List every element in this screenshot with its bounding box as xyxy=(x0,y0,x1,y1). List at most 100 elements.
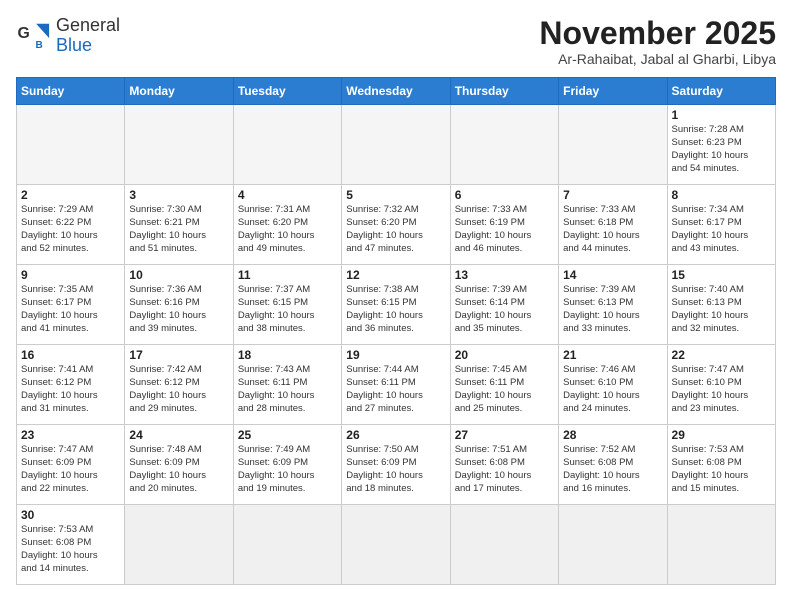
calendar-cell: 18Sunrise: 7:43 AM Sunset: 6:11 PM Dayli… xyxy=(233,345,341,425)
logo-line2: Blue xyxy=(56,36,120,56)
calendar-cell: 10Sunrise: 7:36 AM Sunset: 6:16 PM Dayli… xyxy=(125,265,233,345)
day-info: Sunrise: 7:37 AM Sunset: 6:15 PM Dayligh… xyxy=(238,284,337,335)
day-number: 11 xyxy=(238,268,337,282)
day-info: Sunrise: 7:39 AM Sunset: 6:13 PM Dayligh… xyxy=(563,284,662,335)
calendar-cell: 14 Sunrise: 7:39 AM Sunset: 6:13 PM Dayli… xyxy=(559,265,667,345)
day-number: 4 xyxy=(238,188,337,202)
day-number: 25 xyxy=(238,428,337,442)
calendar-cell: 28 Sunrise: 7:52 AM Sunset: 6:08 PM Dayli… xyxy=(559,425,667,505)
calendar-cell: 9 Sunrise: 7:35 AM Sunset: 6:17 PM Daylig… xyxy=(17,265,125,345)
weekday-header-sunday: Sunday xyxy=(17,78,125,105)
weekday-header-wednesday: Wednesday xyxy=(342,78,450,105)
calendar-cell: 7Sunrise: 7:33 AM Sunset: 6:18 PM Daylig… xyxy=(559,185,667,265)
day-number: 10 xyxy=(129,268,228,282)
calendar-cell: 3Sunrise: 7:30 AM Sunset: 6:21 PM Daylig… xyxy=(125,185,233,265)
calendar-cell xyxy=(559,105,667,185)
calendar-cell xyxy=(450,105,558,185)
calendar-cell xyxy=(233,505,341,585)
day-info: Sunrise: 7:53 AM Sunset: 6:08 PM Dayligh… xyxy=(21,524,120,575)
day-number: 17 xyxy=(129,348,228,362)
week-row-6: 30Sunrise: 7:53 AM Sunset: 6:08 PM Dayli… xyxy=(17,505,776,585)
calendar-cell: 21 Sunrise: 7:46 AM Sunset: 6:10 PM Dayli… xyxy=(559,345,667,425)
calendar-cell: 29 Sunrise: 7:53 AM Sunset: 6:08 PM Dayli… xyxy=(667,425,775,505)
day-info: Sunrise: 7:50 AM Sunset: 6:09 PM Dayligh… xyxy=(346,444,445,495)
calendar-cell: 5 Sunrise: 7:32 AM Sunset: 6:20 PM Daylig… xyxy=(342,185,450,265)
day-number: 28 xyxy=(563,428,662,442)
calendar-cell xyxy=(342,105,450,185)
day-info: Sunrise: 7:33 AM Sunset: 6:18 PM Dayligh… xyxy=(563,204,662,255)
day-info: Sunrise: 7:52 AM Sunset: 6:08 PM Dayligh… xyxy=(563,444,662,495)
logo-icon: G B xyxy=(16,18,52,54)
day-info: Sunrise: 7:42 AM Sunset: 6:12 PM Dayligh… xyxy=(129,364,228,415)
day-number: 24 xyxy=(129,428,228,442)
calendar-cell xyxy=(125,505,233,585)
day-info: Sunrise: 7:39 AM Sunset: 6:14 PM Dayligh… xyxy=(455,284,554,335)
calendar-cell xyxy=(667,505,775,585)
day-number: 14 xyxy=(563,268,662,282)
day-number: 18 xyxy=(238,348,337,362)
week-row-1: 1Sunrise: 7:28 AM Sunset: 6:23 PM Daylig… xyxy=(17,105,776,185)
day-number: 29 xyxy=(672,428,771,442)
day-number: 22 xyxy=(672,348,771,362)
title-area: November 2025 Ar-Rahaibat, Jabal al Ghar… xyxy=(539,16,776,67)
weekday-header-tuesday: Tuesday xyxy=(233,78,341,105)
week-row-2: 2Sunrise: 7:29 AM Sunset: 6:22 PM Daylig… xyxy=(17,185,776,265)
calendar-cell xyxy=(342,505,450,585)
weekday-header-saturday: Saturday xyxy=(667,78,775,105)
day-info: Sunrise: 7:46 AM Sunset: 6:10 PM Dayligh… xyxy=(563,364,662,415)
day-info: Sunrise: 7:45 AM Sunset: 6:11 PM Dayligh… xyxy=(455,364,554,415)
day-info: Sunrise: 7:38 AM Sunset: 6:15 PM Dayligh… xyxy=(346,284,445,335)
day-number: 5 xyxy=(346,188,445,202)
day-number: 15 xyxy=(672,268,771,282)
calendar-cell: 20 Sunrise: 7:45 AM Sunset: 6:11 PM Dayli… xyxy=(450,345,558,425)
day-info: Sunrise: 7:41 AM Sunset: 6:12 PM Dayligh… xyxy=(21,364,120,415)
day-info: Sunrise: 7:47 AM Sunset: 6:10 PM Dayligh… xyxy=(672,364,771,415)
calendar-cell: 24 Sunrise: 7:48 AM Sunset: 6:09 PM Dayli… xyxy=(125,425,233,505)
calendar-cell: 23Sunrise: 7:47 AM Sunset: 6:09 PM Dayli… xyxy=(17,425,125,505)
calendar-cell: 8Sunrise: 7:34 AM Sunset: 6:17 PM Daylig… xyxy=(667,185,775,265)
calendar-cell: 1Sunrise: 7:28 AM Sunset: 6:23 PM Daylig… xyxy=(667,105,775,185)
calendar-cell: 25Sunrise: 7:49 AM Sunset: 6:09 PM Dayli… xyxy=(233,425,341,505)
day-number: 2 xyxy=(21,188,120,202)
weekday-header-thursday: Thursday xyxy=(450,78,558,105)
month-title: November 2025 xyxy=(539,16,776,51)
day-info: Sunrise: 7:40 AM Sunset: 6:13 PM Dayligh… xyxy=(672,284,771,335)
calendar-cell: 26 Sunrise: 7:50 AM Sunset: 6:09 PM Dayli… xyxy=(342,425,450,505)
calendar-cell xyxy=(233,105,341,185)
calendar: SundayMondayTuesdayWednesdayThursdayFrid… xyxy=(16,77,776,585)
weekday-header-monday: Monday xyxy=(125,78,233,105)
day-info: Sunrise: 7:35 AM Sunset: 6:17 PM Dayligh… xyxy=(21,284,120,335)
svg-text:G: G xyxy=(17,25,29,42)
day-info: Sunrise: 7:32 AM Sunset: 6:20 PM Dayligh… xyxy=(346,204,445,255)
day-number: 1 xyxy=(672,108,771,122)
weekday-header-friday: Friday xyxy=(559,78,667,105)
calendar-cell xyxy=(450,505,558,585)
calendar-cell xyxy=(125,105,233,185)
calendar-cell xyxy=(559,505,667,585)
svg-text:B: B xyxy=(35,40,42,51)
weekday-header-row: SundayMondayTuesdayWednesdayThursdayFrid… xyxy=(17,78,776,105)
day-number: 12 xyxy=(346,268,445,282)
week-row-5: 23Sunrise: 7:47 AM Sunset: 6:09 PM Dayli… xyxy=(17,425,776,505)
day-info: Sunrise: 7:44 AM Sunset: 6:11 PM Dayligh… xyxy=(346,364,445,415)
day-info: Sunrise: 7:48 AM Sunset: 6:09 PM Dayligh… xyxy=(129,444,228,495)
day-number: 16 xyxy=(21,348,120,362)
day-number: 20 xyxy=(455,348,554,362)
day-info: Sunrise: 7:33 AM Sunset: 6:19 PM Dayligh… xyxy=(455,204,554,255)
day-info: Sunrise: 7:47 AM Sunset: 6:09 PM Dayligh… xyxy=(21,444,120,495)
calendar-cell: 19Sunrise: 7:44 AM Sunset: 6:11 PM Dayli… xyxy=(342,345,450,425)
day-number: 26 xyxy=(346,428,445,442)
calendar-cell: 16 Sunrise: 7:41 AM Sunset: 6:12 PM Dayli… xyxy=(17,345,125,425)
day-info: Sunrise: 7:51 AM Sunset: 6:08 PM Dayligh… xyxy=(455,444,554,495)
calendar-cell: 4 Sunrise: 7:31 AM Sunset: 6:20 PM Daylig… xyxy=(233,185,341,265)
day-number: 13 xyxy=(455,268,554,282)
calendar-cell xyxy=(17,105,125,185)
day-number: 21 xyxy=(563,348,662,362)
day-number: 9 xyxy=(21,268,120,282)
calendar-cell: 6 Sunrise: 7:33 AM Sunset: 6:19 PM Daylig… xyxy=(450,185,558,265)
calendar-cell: 17 Sunrise: 7:42 AM Sunset: 6:12 PM Dayli… xyxy=(125,345,233,425)
day-info: Sunrise: 7:31 AM Sunset: 6:20 PM Dayligh… xyxy=(238,204,337,255)
day-number: 6 xyxy=(455,188,554,202)
day-number: 3 xyxy=(129,188,228,202)
day-info: Sunrise: 7:53 AM Sunset: 6:08 PM Dayligh… xyxy=(672,444,771,495)
